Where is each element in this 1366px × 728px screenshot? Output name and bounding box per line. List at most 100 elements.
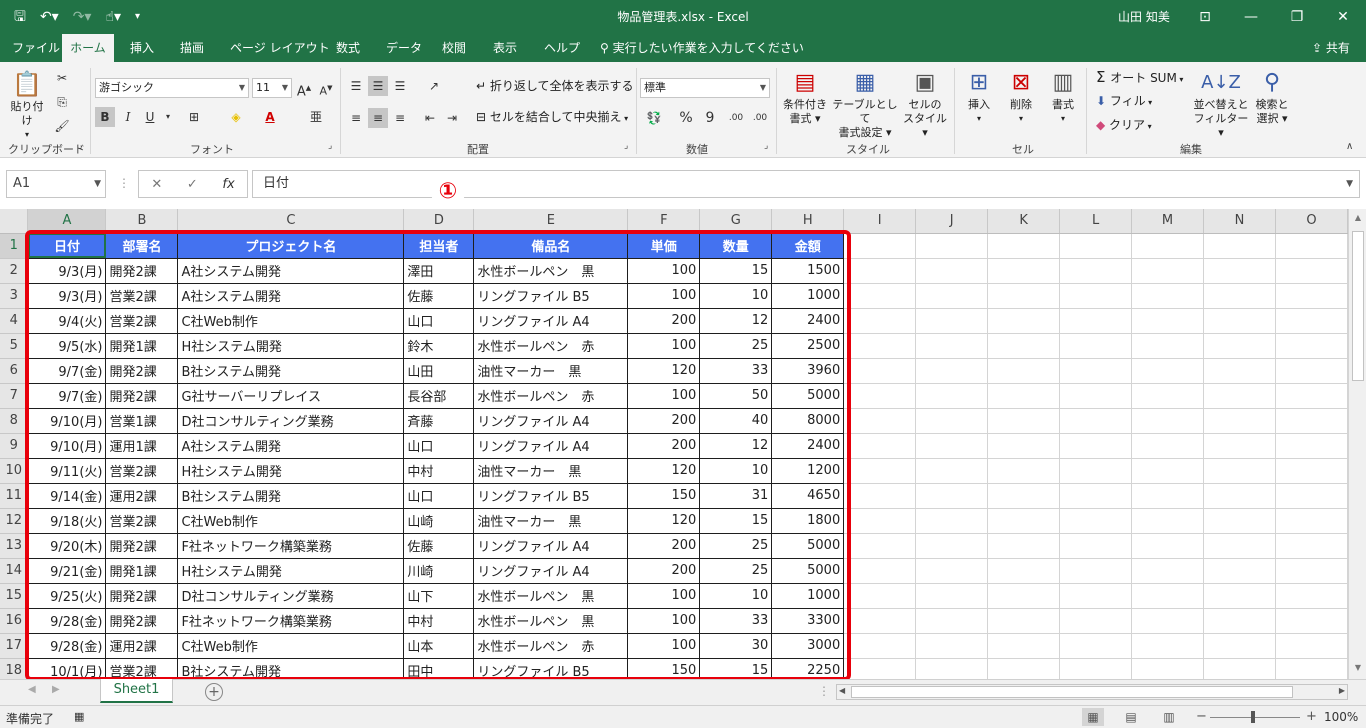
empty-cell[interactable] (1131, 633, 1204, 659)
table-cell[interactable]: 150 (627, 658, 701, 679)
empty-cell[interactable] (843, 608, 917, 634)
empty-cell[interactable] (987, 533, 1061, 559)
empty-cell[interactable] (987, 458, 1061, 484)
table-cell[interactable]: B社システム開発 (177, 483, 405, 509)
empty-cell[interactable] (987, 483, 1061, 509)
share-button[interactable]: ⇪ 共有 (1312, 34, 1350, 62)
table-cell[interactable]: 12 (699, 308, 773, 334)
table-cell[interactable]: 中村 (403, 608, 475, 634)
empty-cell[interactable] (915, 483, 989, 509)
tab-page-layout[interactable]: ページ レイアウト (224, 34, 336, 62)
empty-cell[interactable] (987, 558, 1061, 584)
ribbon-display-options-icon[interactable]: ⊡ (1182, 4, 1228, 30)
empty-cell[interactable] (1131, 558, 1204, 584)
vertical-scroll-thumb[interactable] (1352, 231, 1364, 381)
empty-cell[interactable] (1275, 258, 1348, 284)
empty-cell[interactable] (1203, 533, 1276, 559)
table-cell[interactable]: 50 (699, 383, 773, 409)
table-header-cell[interactable]: 担当者 (403, 233, 475, 259)
empty-cell[interactable] (1275, 583, 1348, 609)
row-header[interactable]: 1 (0, 233, 29, 259)
expand-formula-bar-icon[interactable]: ▼ (1346, 171, 1353, 197)
table-cell[interactable]: B社システム開発 (177, 358, 405, 384)
empty-cell[interactable] (987, 608, 1061, 634)
empty-cell[interactable] (915, 633, 989, 659)
table-cell[interactable]: 開発1課 (105, 333, 179, 359)
tab-file[interactable]: ファイル (6, 34, 66, 62)
column-header[interactable]: A (27, 209, 107, 234)
table-cell[interactable]: A社システム開発 (177, 283, 405, 309)
table-cell[interactable]: 運用1課 (105, 433, 179, 459)
table-cell[interactable]: 100 (627, 608, 701, 634)
empty-cell[interactable] (915, 558, 989, 584)
table-cell[interactable]: 佐藤 (403, 283, 475, 309)
increase-indent-icon[interactable]: ⇥ (442, 108, 462, 128)
table-cell[interactable]: 長谷部 (403, 383, 475, 409)
table-cell[interactable]: 営業2課 (105, 283, 179, 309)
percent-style-button[interactable]: % (676, 108, 696, 128)
table-cell[interactable]: 9/4(火) (27, 308, 107, 334)
empty-cell[interactable] (1203, 358, 1276, 384)
empty-cell[interactable] (1275, 458, 1348, 484)
decrease-font-size-icon[interactable]: A▼ (316, 78, 336, 98)
table-cell[interactable]: 開発2課 (105, 583, 179, 609)
align-top-icon[interactable]: ☰ (346, 76, 366, 96)
font-size-combo[interactable]: 11 ▼ (252, 78, 292, 98)
row-header[interactable]: 15 (0, 583, 29, 609)
table-cell[interactable]: C社Web制作 (177, 633, 405, 659)
table-cell[interactable]: B社システム開発 (177, 658, 405, 679)
table-cell[interactable]: A社システム開発 (177, 258, 405, 284)
orientation-icon[interactable]: ↗ (424, 76, 444, 96)
empty-cell[interactable] (1203, 633, 1276, 659)
select-all-corner[interactable] (0, 209, 29, 234)
table-cell[interactable]: 8000 (771, 408, 845, 434)
empty-cell[interactable] (1203, 433, 1276, 459)
page-layout-view-icon[interactable]: ▤ (1120, 708, 1142, 726)
table-cell[interactable]: 10/1(月) (27, 658, 107, 679)
empty-cell[interactable] (1203, 333, 1276, 359)
next-sheet-icon[interactable]: ▶ (52, 684, 60, 695)
table-cell[interactable]: 33 (699, 358, 773, 384)
table-cell[interactable]: 120 (627, 458, 701, 484)
table-cell[interactable]: 120 (627, 508, 701, 534)
table-cell[interactable]: 25 (699, 533, 773, 559)
close-button[interactable]: ✕ (1320, 4, 1366, 30)
empty-cell[interactable] (1131, 408, 1204, 434)
row-header[interactable]: 8 (0, 408, 29, 434)
table-cell[interactable]: 運用2課 (105, 633, 179, 659)
table-cell[interactable]: 3300 (771, 608, 845, 634)
table-cell[interactable]: 川崎 (403, 558, 475, 584)
empty-cell[interactable] (1275, 608, 1348, 634)
empty-cell[interactable] (1131, 258, 1204, 284)
column-header[interactable]: C (177, 209, 405, 234)
empty-cell[interactable] (1131, 458, 1204, 484)
empty-cell[interactable] (843, 283, 917, 309)
table-cell[interactable]: リングファイル B5 (473, 283, 629, 309)
empty-cell[interactable] (1059, 333, 1133, 359)
row-header[interactable]: 5 (0, 333, 29, 359)
table-header-cell[interactable]: 備品名 (473, 233, 629, 259)
table-cell[interactable]: 5000 (771, 383, 845, 409)
currency-format-icon[interactable]: 💱 (644, 108, 664, 128)
align-center-icon[interactable]: ≡ (368, 108, 388, 128)
table-cell[interactable]: リングファイル A4 (473, 433, 629, 459)
empty-cell[interactable] (1275, 383, 1348, 409)
table-cell[interactable]: D社コンサルティング業務 (177, 583, 405, 609)
table-cell[interactable]: 9/21(金) (27, 558, 107, 584)
table-cell[interactable]: H社システム開発 (177, 458, 405, 484)
empty-cell[interactable] (1203, 458, 1276, 484)
empty-cell[interactable] (915, 233, 989, 259)
table-cell[interactable]: 4650 (771, 483, 845, 509)
empty-cell[interactable] (1131, 483, 1204, 509)
table-cell[interactable]: 9/28(金) (27, 633, 107, 659)
table-cell[interactable]: 油性マーカー 黒 (473, 508, 629, 534)
empty-cell[interactable] (1059, 583, 1133, 609)
macro-record-icon[interactable]: ▦ (74, 710, 84, 723)
empty-cell[interactable] (1059, 283, 1133, 309)
empty-cell[interactable] (843, 233, 917, 259)
row-header[interactable]: 11 (0, 483, 29, 509)
table-cell[interactable]: 100 (627, 383, 701, 409)
column-header[interactable]: I (843, 209, 917, 234)
empty-cell[interactable] (1203, 558, 1276, 584)
empty-cell[interactable] (1275, 433, 1348, 459)
